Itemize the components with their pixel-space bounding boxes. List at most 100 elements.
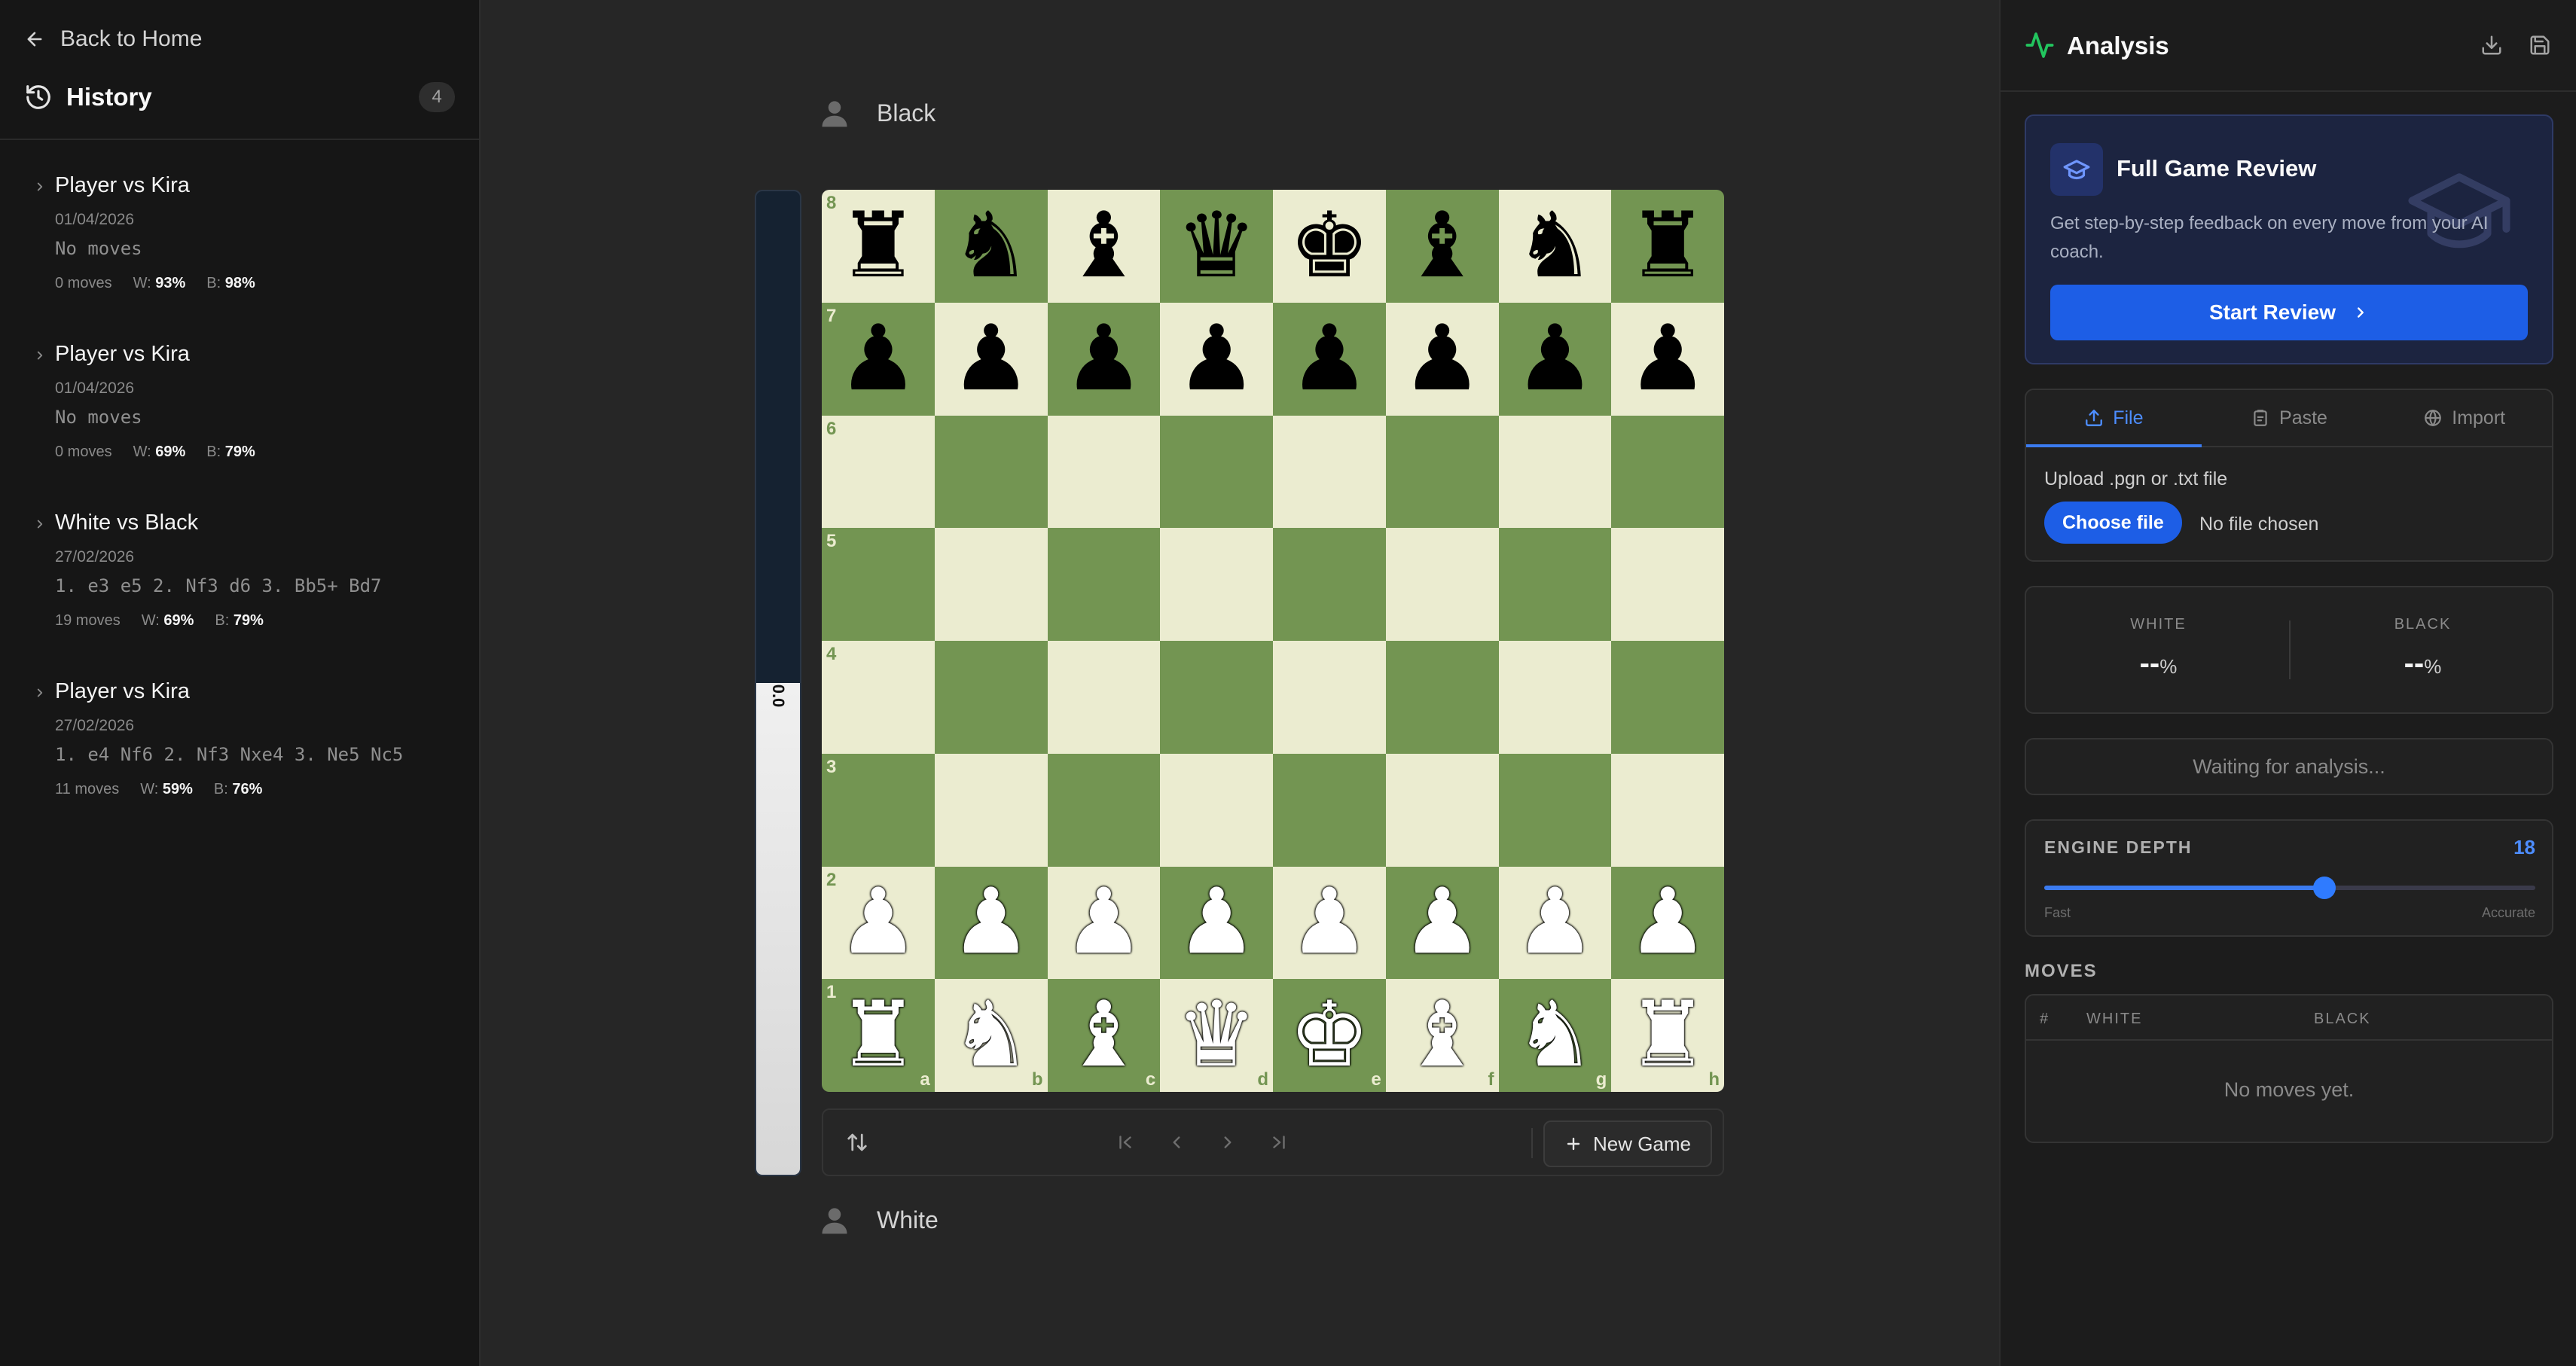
board-square[interactable] xyxy=(1611,415,1724,529)
white-pawn-icon[interactable]: ♟ xyxy=(1515,877,1596,968)
board-square[interactable]: ♛ xyxy=(1160,190,1273,303)
board-square[interactable] xyxy=(1273,415,1386,529)
download-button[interactable] xyxy=(2477,30,2507,60)
choose-file-button[interactable]: Choose file xyxy=(2044,502,2182,544)
board-square[interactable]: ♟ xyxy=(1611,302,1724,416)
white-pawn-icon[interactable]: ♟ xyxy=(1064,877,1145,968)
white-pawn-icon[interactable]: ♟ xyxy=(1627,877,1708,968)
board-square[interactable]: ♜ xyxy=(1611,190,1724,303)
board-square[interactable]: ♟ xyxy=(1498,866,1612,980)
board-square[interactable]: ♟ xyxy=(1160,866,1273,980)
game-history-item[interactable]: Player vs Kira 27/02/2026 1. e4 Nf6 2. N… xyxy=(0,672,479,840)
white-rook-icon[interactable]: ♜ xyxy=(1627,990,1708,1081)
board-square[interactable] xyxy=(934,753,1048,867)
board-square[interactable]: ♟ xyxy=(1611,866,1724,980)
board-square[interactable]: ♚ xyxy=(1273,190,1386,303)
board-square[interactable] xyxy=(1160,415,1273,529)
white-knight-icon[interactable]: ♞ xyxy=(951,990,1032,1081)
board-square[interactable]: 5 xyxy=(822,528,935,641)
board-square[interactable] xyxy=(1047,415,1161,529)
black-pawn-icon[interactable]: ♟ xyxy=(1515,313,1596,404)
white-pawn-icon[interactable]: ♟ xyxy=(1289,877,1370,968)
white-rook-icon[interactable]: ♜ xyxy=(838,990,919,1081)
board-square[interactable]: b ♞ xyxy=(934,979,1048,1092)
game-history-item[interactable]: White vs Black 27/02/2026 1. e3 e5 2. Nf… xyxy=(0,503,479,672)
black-queen-icon[interactable]: ♛ xyxy=(1176,200,1257,291)
new-game-button[interactable]: New Game xyxy=(1543,1121,1712,1167)
tab-import[interactable]: Import xyxy=(2376,390,2552,446)
board-square[interactable]: ♞ xyxy=(1498,190,1612,303)
board-square[interactable] xyxy=(1611,753,1724,867)
white-bishop-icon[interactable]: ♝ xyxy=(1402,990,1483,1081)
board-square[interactable] xyxy=(1273,641,1386,754)
white-queen-icon[interactable]: ♛ xyxy=(1176,990,1257,1081)
board-square[interactable]: ♝ xyxy=(1385,190,1499,303)
board-square[interactable] xyxy=(1498,753,1612,867)
board-square[interactable]: ♟ xyxy=(1498,302,1612,416)
board-square[interactable] xyxy=(1160,528,1273,641)
board-square[interactable]: e ♚ xyxy=(1273,979,1386,1092)
board-square[interactable] xyxy=(1498,415,1612,529)
board-square[interactable]: ♟ xyxy=(1273,302,1386,416)
black-pawn-icon[interactable]: ♟ xyxy=(1064,313,1145,404)
black-rook-icon[interactable]: ♜ xyxy=(838,200,919,291)
board-square[interactable]: c ♝ xyxy=(1047,979,1161,1092)
white-bishop-icon[interactable]: ♝ xyxy=(1064,990,1145,1081)
white-pawn-icon[interactable]: ♟ xyxy=(838,877,919,968)
board-square[interactable] xyxy=(1047,753,1161,867)
black-pawn-icon[interactable]: ♟ xyxy=(951,313,1032,404)
black-knight-icon[interactable]: ♞ xyxy=(951,200,1032,291)
board-square[interactable]: ♟ xyxy=(1385,866,1499,980)
tab-file[interactable]: File xyxy=(2026,390,2202,447)
black-bishop-icon[interactable]: ♝ xyxy=(1064,200,1145,291)
board-square[interactable]: g ♞ xyxy=(1498,979,1612,1092)
board-square[interactable]: 3 xyxy=(822,753,935,867)
last-move-button[interactable] xyxy=(1262,1125,1296,1160)
board-square[interactable] xyxy=(934,528,1048,641)
black-pawn-icon[interactable]: ♟ xyxy=(1627,313,1708,404)
board-square[interactable] xyxy=(934,415,1048,529)
board-square[interactable]: 2 ♟ xyxy=(822,866,935,980)
board-square[interactable]: 8 ♜ xyxy=(822,190,935,303)
board-square[interactable] xyxy=(1273,528,1386,641)
board-square[interactable] xyxy=(1611,528,1724,641)
black-knight-icon[interactable]: ♞ xyxy=(1515,200,1596,291)
board-square[interactable] xyxy=(1385,415,1499,529)
board-square[interactable] xyxy=(1385,528,1499,641)
chess-board[interactable]: 8 ♜ ♞ ♝ ♛ ♚ ♝ ♞ ♜ 7 ♟ ♟ ♟ ♟ ♟ ♟ ♟ ♟ 6 5 4 3 2 ♟ ♟ ♟ ♟ ♟ ♟ ♟ ♟ 1 a ♜ b ♞ c ♝ d ♛… xyxy=(822,190,1724,1092)
board-square[interactable] xyxy=(1047,641,1161,754)
white-pawn-icon[interactable]: ♟ xyxy=(1176,877,1257,968)
board-square[interactable]: f ♝ xyxy=(1385,979,1499,1092)
board-square[interactable]: d ♛ xyxy=(1160,979,1273,1092)
board-square[interactable]: ♞ xyxy=(934,190,1048,303)
tab-paste[interactable]: Paste xyxy=(2202,390,2377,446)
board-square[interactable]: ♟ xyxy=(1047,302,1161,416)
black-pawn-icon[interactable]: ♟ xyxy=(1402,313,1483,404)
black-rook-icon[interactable]: ♜ xyxy=(1627,200,1708,291)
board-square[interactable]: 6 xyxy=(822,415,935,529)
board-square[interactable] xyxy=(934,641,1048,754)
board-square[interactable]: ♟ xyxy=(934,866,1048,980)
white-pawn-icon[interactable]: ♟ xyxy=(1402,877,1483,968)
white-pawn-icon[interactable]: ♟ xyxy=(951,877,1032,968)
board-square[interactable]: ♟ xyxy=(934,302,1048,416)
black-pawn-icon[interactable]: ♟ xyxy=(1289,313,1370,404)
board-square[interactable] xyxy=(1160,641,1273,754)
board-square[interactable] xyxy=(1498,528,1612,641)
board-square[interactable]: 4 xyxy=(822,641,935,754)
board-square[interactable]: 7 ♟ xyxy=(822,302,935,416)
slider-thumb[interactable] xyxy=(2312,877,2336,899)
board-square[interactable] xyxy=(1160,753,1273,867)
board-square[interactable]: ♟ xyxy=(1160,302,1273,416)
board-square[interactable] xyxy=(1273,753,1386,867)
board-square[interactable]: ♟ xyxy=(1273,866,1386,980)
board-square[interactable]: 1 a ♜ xyxy=(822,979,935,1092)
save-button[interactable] xyxy=(2525,30,2555,60)
game-history-item[interactable]: Player vs Kira 01/04/2026 No moves 0 mov… xyxy=(0,334,479,503)
black-pawn-icon[interactable]: ♟ xyxy=(838,313,919,404)
board-square[interactable]: ♟ xyxy=(1047,866,1161,980)
first-move-button[interactable] xyxy=(1108,1125,1143,1160)
board-square[interactable] xyxy=(1385,641,1499,754)
white-king-icon[interactable]: ♚ xyxy=(1289,990,1370,1081)
board-square[interactable]: ♝ xyxy=(1047,190,1161,303)
